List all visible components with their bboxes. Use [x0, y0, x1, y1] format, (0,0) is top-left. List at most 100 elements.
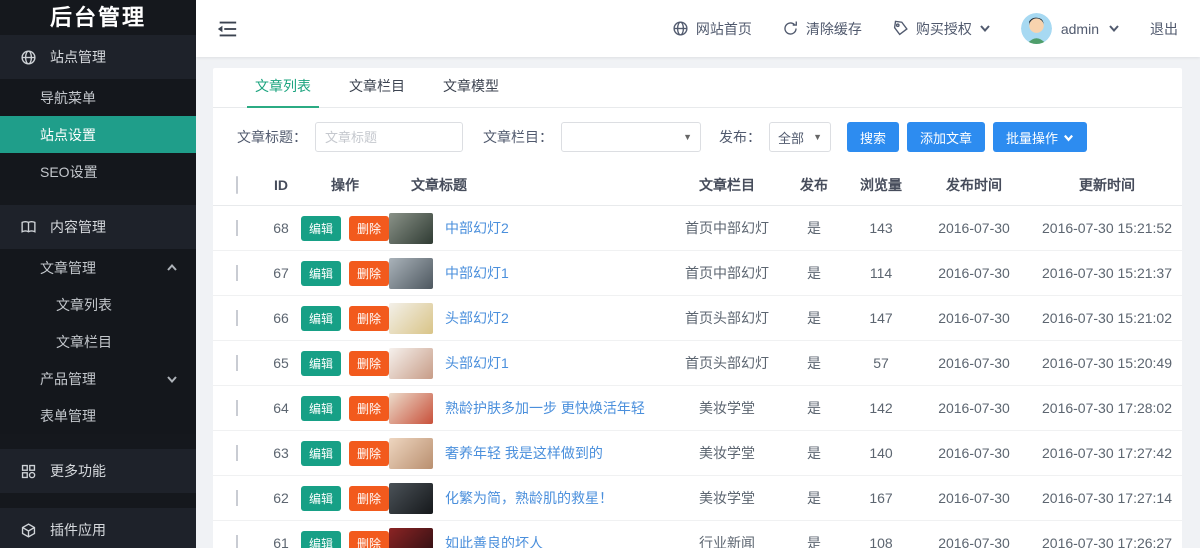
article-title-link[interactable]: 头部幻灯2 [445, 308, 509, 328]
edit-button[interactable]: 编辑 [301, 306, 341, 331]
table-row: 61编辑删除如此善良的坏人行业新闻是1082016-07-302016-07-3… [213, 521, 1182, 548]
article-title-link[interactable]: 熟龄护肤多加一步 更快焕活年轻 [445, 398, 645, 418]
select-all-checkbox[interactable] [236, 176, 238, 194]
cell-update-time: 2016-07-30 15:21:02 [1032, 310, 1182, 326]
sidebar-collapse-icon[interactable] [216, 19, 238, 39]
article-title-link[interactable]: 中部幻灯1 [445, 263, 509, 283]
tab-1[interactable]: 文章栏目 [347, 76, 407, 107]
cell-checkbox [213, 310, 261, 326]
app-title: 后台管理 [0, 0, 196, 32]
edit-button[interactable]: 编辑 [301, 351, 341, 376]
row-checkbox[interactable] [236, 220, 238, 236]
row-checkbox[interactable] [236, 310, 238, 326]
delete-button[interactable]: 删除 [349, 531, 389, 548]
cell-id: 66 [261, 310, 301, 326]
cell-published: 是 [782, 263, 846, 283]
table-row: 68编辑删除中部幻灯2首页中部幻灯是1432016-07-302016-07-3… [213, 206, 1182, 251]
batch-actions-button[interactable]: 批量操作 [993, 122, 1087, 152]
cell-category: 行业新闻 [672, 533, 782, 548]
sidebar-item-5[interactable]: 文章管理 [0, 249, 196, 286]
delete-button[interactable]: 删除 [349, 396, 389, 421]
cell-actions: 编辑删除 [301, 441, 389, 466]
user-menu[interactable]: admin [1021, 13, 1120, 44]
sidebar-item-label: 站点管理 [50, 47, 106, 67]
sidebar-item-11[interactable]: 插件应用 [0, 508, 196, 548]
cell-published: 是 [782, 308, 846, 328]
book-icon [20, 219, 37, 236]
cell-publish-date: 2016-07-30 [916, 490, 1032, 506]
sidebar-item-0[interactable]: 站点管理 [0, 35, 196, 79]
sidebar-item-6[interactable]: 文章列表 [0, 286, 196, 323]
edit-button[interactable]: 编辑 [301, 486, 341, 511]
cell-title: 熟龄护肤多加一步 更快焕活年轻 [389, 393, 672, 424]
cell-update-time: 2016-07-30 17:26:27 [1032, 535, 1182, 548]
article-title-link[interactable]: 如此善良的坏人 [445, 533, 543, 548]
chevron-down-icon [1108, 21, 1120, 37]
cell-category: 首页头部幻灯 [672, 353, 782, 373]
sidebar-item-4[interactable]: 内容管理 [0, 205, 196, 249]
sidebar-item-7[interactable]: 文章栏目 [0, 323, 196, 360]
delete-button[interactable]: 删除 [349, 306, 389, 331]
add-article-button[interactable]: 添加文章 [907, 122, 985, 152]
cell-actions: 编辑删除 [301, 486, 389, 511]
logout-button[interactable]: 退出 [1150, 19, 1178, 39]
cell-actions: 编辑删除 [301, 216, 389, 241]
article-title-link[interactable]: 化繁为简，熟龄肌的救星！ [445, 488, 613, 508]
title-filter-input[interactable] [315, 122, 463, 152]
sidebar-item-8[interactable]: 产品管理 [0, 360, 196, 397]
search-button[interactable]: 搜索 [847, 122, 899, 152]
sidebar-item-2[interactable]: 站点设置 [0, 116, 196, 153]
sidebar-item-9[interactable]: 表单管理 [0, 397, 196, 434]
clear-cache-label: 清除缓存 [806, 19, 862, 39]
sidebar-item-10[interactable]: 更多功能 [0, 449, 196, 493]
article-thumbnail [389, 213, 433, 244]
cell-publish-date: 2016-07-30 [916, 535, 1032, 548]
sidebar-item-3[interactable]: SEO设置 [0, 153, 196, 190]
cell-id: 62 [261, 490, 301, 506]
delete-button[interactable]: 删除 [349, 486, 389, 511]
cell-publish-date: 2016-07-30 [916, 355, 1032, 371]
column-header-5: 浏览量 [846, 175, 916, 195]
article-title-link[interactable]: 头部幻灯1 [445, 353, 509, 373]
row-checkbox[interactable] [236, 400, 238, 416]
row-checkbox[interactable] [236, 490, 238, 506]
delete-button[interactable]: 删除 [349, 261, 389, 286]
edit-button[interactable]: 编辑 [301, 216, 341, 241]
cell-actions: 编辑删除 [301, 261, 389, 286]
edit-button[interactable]: 编辑 [301, 441, 341, 466]
column-header-1: 操作 [301, 175, 389, 195]
sidebar-item-1[interactable]: 导航菜单 [0, 79, 196, 116]
cell-published: 是 [782, 443, 846, 463]
row-checkbox[interactable] [236, 355, 238, 371]
edit-button[interactable]: 编辑 [301, 396, 341, 421]
article-title-link[interactable]: 中部幻灯2 [445, 218, 509, 238]
article-thumbnail [389, 483, 433, 514]
site-home-button[interactable]: 网站首页 [672, 19, 752, 39]
tab-2[interactable]: 文章模型 [441, 76, 501, 107]
cell-actions: 编辑删除 [301, 351, 389, 376]
category-filter-select[interactable]: ▼ [561, 122, 701, 152]
tab-0[interactable]: 文章列表 [253, 76, 313, 107]
cell-title: 化繁为简，熟龄肌的救星！ [389, 483, 672, 514]
delete-button[interactable]: 删除 [349, 216, 389, 241]
publish-filter-select[interactable]: 全部 ▼ [769, 122, 831, 152]
cell-views: 142 [846, 400, 916, 416]
row-checkbox[interactable] [236, 265, 238, 281]
cell-category: 首页中部幻灯 [672, 218, 782, 238]
sidebar: 后台管理 站点管理导航菜单站点设置SEO设置内容管理文章管理文章列表文章栏目产品… [0, 0, 196, 548]
header-checkbox-cell [213, 177, 261, 193]
delete-button[interactable]: 删除 [349, 351, 389, 376]
row-checkbox[interactable] [236, 535, 238, 548]
cell-id: 65 [261, 355, 301, 371]
search-button-label: 搜索 [860, 128, 886, 147]
article-title-link[interactable]: 奢养年轻 我是这样做到的 [445, 443, 603, 463]
edit-button[interactable]: 编辑 [301, 261, 341, 286]
buy-license-button[interactable]: 购买授权 [892, 19, 991, 39]
clear-cache-button[interactable]: 清除缓存 [782, 19, 862, 39]
delete-button[interactable]: 删除 [349, 441, 389, 466]
cell-category: 美妆学堂 [672, 488, 782, 508]
cell-update-time: 2016-07-30 17:27:42 [1032, 445, 1182, 461]
row-checkbox[interactable] [236, 445, 238, 461]
edit-button[interactable]: 编辑 [301, 531, 341, 548]
column-header-4: 发布 [782, 175, 846, 195]
